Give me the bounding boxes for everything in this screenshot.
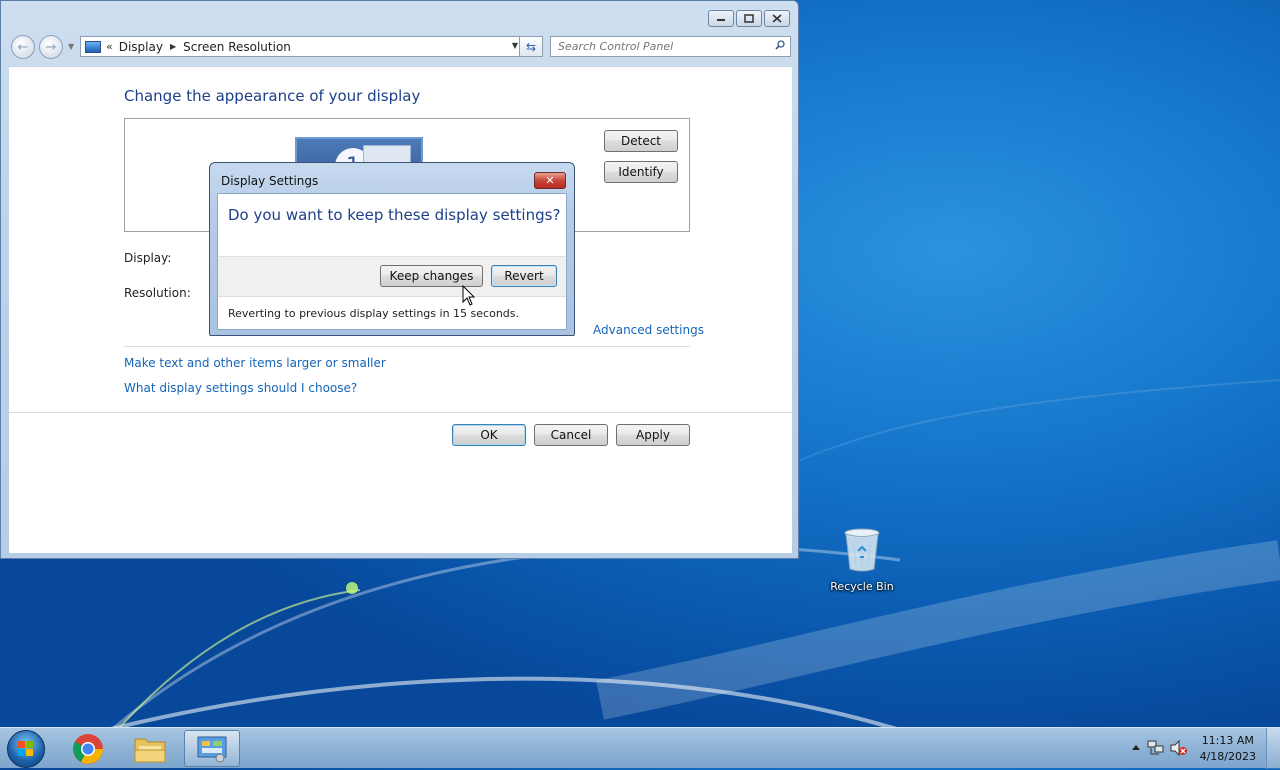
minimize-button[interactable] [708,10,734,27]
navigation-bar: ← → ▼ « Display ▶ Screen Resolution ▼ ⇆ [9,34,791,60]
dialog-actions: Keep changes Revert [218,256,566,297]
dialog-question: Do you want to keep these display settin… [228,206,561,224]
chrome-icon [73,733,103,764]
keep-changes-button[interactable]: Keep changes [380,265,483,287]
divider [9,412,792,413]
ok-button[interactable]: OK [452,424,526,446]
close-icon [772,14,782,23]
breadcrumb-overflow[interactable]: « [106,40,113,53]
breadcrumb-display[interactable]: Display [119,40,163,54]
detect-button[interactable]: Detect [604,130,678,152]
recycle-bin-icon [844,528,880,572]
taskbar-control-panel[interactable] [184,730,240,767]
recycle-bin-desktop-icon[interactable]: Recycle Bin [826,527,898,593]
dialog-close-button[interactable]: ✕ [534,172,566,189]
cancel-button[interactable]: Cancel [534,424,608,446]
revert-countdown-text: Reverting to previous display settings i… [228,307,519,320]
show-desktop-button[interactable] [1266,728,1280,769]
search-input[interactable] [558,40,758,53]
control-panel-icon [197,736,227,762]
dialog-body: Do you want to keep these display settin… [217,193,567,330]
advanced-settings-link[interactable]: Advanced settings [593,323,704,337]
text-size-link[interactable]: Make text and other items larger or smal… [124,356,386,370]
close-icon: ✕ [545,174,555,187]
system-tray: 11:13 AM 4/18/2023 [1120,728,1280,769]
mouse-cursor-icon [462,285,476,306]
back-arrow-icon: ← [17,39,29,55]
refresh-button[interactable]: ⇆ [519,36,543,57]
divider [124,346,690,347]
address-dropdown-icon[interactable]: ▼ [512,41,518,50]
taskbar-file-explorer[interactable] [122,730,178,767]
address-bar[interactable]: « Display ▶ Screen Resolution ▼ [80,36,523,57]
windows-logo-icon [18,741,33,756]
breadcrumb-arrow-icon[interactable]: ▶ [170,42,176,51]
show-hidden-icons-icon[interactable] [1132,744,1140,750]
clock-time: 11:13 AM [1201,734,1254,747]
apply-button[interactable]: Apply [616,424,690,446]
resolution-label: Resolution: [124,286,191,300]
taskbar: 11:13 AM 4/18/2023 [0,727,1280,769]
display-settings-dialog: Display Settings ✕ Do you want to keep t… [209,162,575,336]
folder-icon [134,738,166,762]
search-box[interactable] [550,36,791,57]
search-icon[interactable] [775,40,785,50]
back-button[interactable]: ← [11,35,35,59]
forward-arrow-icon: → [45,39,57,55]
page-title: Change the appearance of your display [124,87,421,105]
forward-button[interactable]: → [39,35,63,59]
taskbar-chrome[interactable] [60,730,116,767]
clock-date: 4/18/2023 [1199,750,1256,763]
refresh-icon: ⇆ [525,39,537,54]
identify-button[interactable]: Identify [604,161,678,183]
maximize-icon [744,14,754,23]
close-button[interactable] [764,10,790,27]
minimize-icon [717,18,725,21]
recycle-bin-label: Recycle Bin [830,580,894,593]
network-icon[interactable] [1147,740,1165,756]
dialog-title: Display Settings [221,174,319,188]
caption-buttons [708,10,790,27]
start-button[interactable] [7,730,45,768]
taskbar-clock[interactable]: 11:13 AM 4/18/2023 [1200,733,1256,765]
revert-button[interactable]: Revert [491,265,557,287]
recent-pages-dropdown-icon[interactable]: ▼ [68,42,74,51]
breadcrumb-screen-resolution[interactable]: Screen Resolution [183,40,291,54]
volume-muted-icon[interactable] [1170,740,1188,756]
maximize-button[interactable] [736,10,762,27]
display-label: Display: [124,251,172,265]
display-help-link[interactable]: What display settings should I choose? [124,381,357,395]
control-panel-icon [85,40,101,53]
